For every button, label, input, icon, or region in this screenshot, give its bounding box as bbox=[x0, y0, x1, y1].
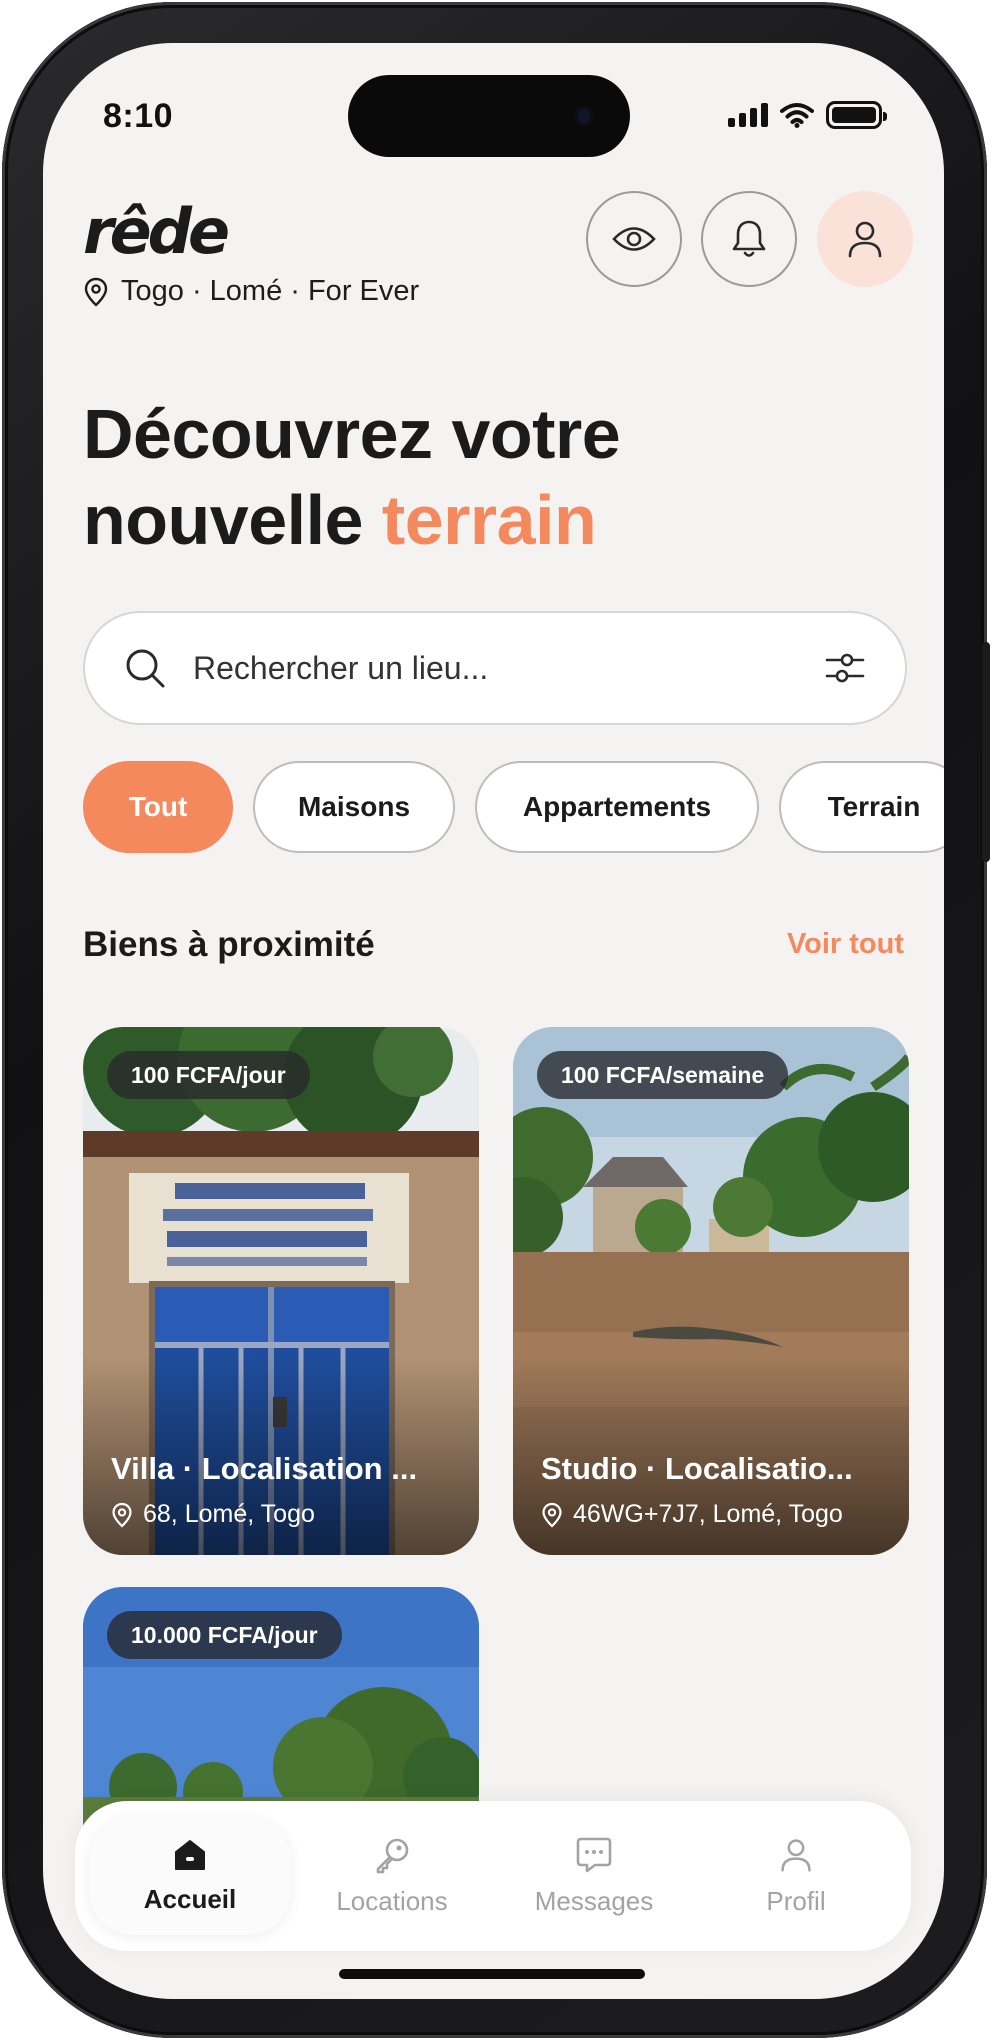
location-pin-icon bbox=[542, 1502, 562, 1527]
bottom-navigation: Accueil Locations Messages Profil bbox=[75, 1801, 911, 1951]
property-card[interactable]: 10.000 FCFA/jour bbox=[83, 1587, 479, 1827]
location-pin-icon bbox=[112, 1502, 132, 1527]
see-all-link[interactable]: Voir tout bbox=[787, 928, 904, 961]
nav-label: Profil bbox=[766, 1885, 826, 1916]
page-title: Découvrez votre nouvelle terrain bbox=[83, 391, 621, 563]
current-location[interactable]: Togo · Lomé · For Ever bbox=[83, 275, 419, 308]
phone-frame: 8:10 rêde Togo · Lomé · For Ever Découvr… bbox=[2, 2, 990, 2038]
eye-icon bbox=[612, 227, 656, 251]
chip-appartements[interactable]: Appartements bbox=[475, 761, 759, 853]
category-filters: Tout Maisons Appartements Terrain bbox=[83, 761, 944, 853]
nav-locations[interactable]: Locations bbox=[291, 1817, 493, 1935]
chat-icon bbox=[576, 1837, 612, 1872]
battery-icon bbox=[826, 101, 887, 129]
home-indicator[interactable] bbox=[339, 1969, 645, 1979]
nav-profile[interactable]: Profil bbox=[695, 1817, 897, 1935]
price-badge: 100 FCFA/jour bbox=[107, 1051, 310, 1099]
home-icon bbox=[175, 1839, 205, 1870]
status-time: 8:10 bbox=[103, 97, 174, 135]
search-bar[interactable]: Rechercher un lieu... bbox=[83, 611, 907, 725]
chip-terrain[interactable]: Terrain bbox=[779, 761, 944, 853]
notifications-button[interactable] bbox=[701, 191, 797, 287]
location-pin-icon bbox=[84, 277, 108, 307]
key-icon bbox=[376, 1838, 409, 1873]
signal-icon bbox=[728, 103, 768, 127]
app-screen: 8:10 rêde Togo · Lomé · For Ever Découvr… bbox=[43, 43, 944, 1999]
camera-icon bbox=[574, 106, 594, 126]
title-line-1: Découvrez votre bbox=[83, 395, 621, 473]
app-logo: rêde bbox=[83, 195, 230, 268]
chip-tout[interactable]: Tout bbox=[83, 761, 233, 853]
search-icon bbox=[126, 649, 165, 688]
nav-label: Locations bbox=[336, 1885, 448, 1916]
property-card[interactable]: 100 FCFA/semaine Studio · Localisatio...… bbox=[513, 1027, 909, 1555]
location-text: Togo · Lomé · For Ever bbox=[121, 275, 420, 307]
price-badge: 100 FCFA/semaine bbox=[537, 1051, 789, 1099]
user-icon bbox=[781, 1838, 811, 1871]
user-icon bbox=[848, 221, 882, 258]
title-accent: terrain bbox=[381, 481, 597, 559]
status-icons bbox=[728, 101, 887, 129]
chip-maisons[interactable]: Maisons bbox=[253, 761, 455, 853]
property-card[interactable]: 100 FCFA/jour Villa · Localisation ... 6… bbox=[83, 1027, 479, 1555]
nav-label: Messages bbox=[534, 1885, 654, 1916]
nav-messages[interactable]: Messages bbox=[493, 1817, 695, 1935]
nav-label: Accueil bbox=[143, 1883, 237, 1914]
side-button bbox=[982, 642, 990, 862]
dynamic-island bbox=[348, 75, 630, 157]
section-title: Biens à proximité bbox=[83, 925, 375, 964]
nav-home[interactable]: Accueil bbox=[89, 1817, 291, 1935]
bell-icon bbox=[732, 220, 766, 257]
profile-button[interactable] bbox=[817, 191, 913, 287]
card-address-text: 46WG+7J7, Lomé, Togo bbox=[573, 1500, 843, 1528]
card-address: 68, Lomé, Togo bbox=[111, 1500, 315, 1529]
wifi-icon bbox=[780, 103, 814, 128]
search-input[interactable]: Rechercher un lieu... bbox=[193, 650, 823, 687]
view-button[interactable] bbox=[586, 191, 682, 287]
card-title: Studio · Localisatio... bbox=[541, 1451, 853, 1486]
filter-icon[interactable] bbox=[823, 648, 867, 688]
card-address: 46WG+7J7, Lomé, Togo bbox=[541, 1500, 843, 1529]
card-address-text: 68, Lomé, Togo bbox=[143, 1500, 315, 1528]
title-line-2: nouvelle terrain bbox=[83, 477, 620, 563]
title-prefix: nouvelle bbox=[83, 481, 382, 559]
card-title: Villa · Localisation ... bbox=[111, 1451, 418, 1486]
price-badge: 10.000 FCFA/jour bbox=[107, 1611, 342, 1659]
